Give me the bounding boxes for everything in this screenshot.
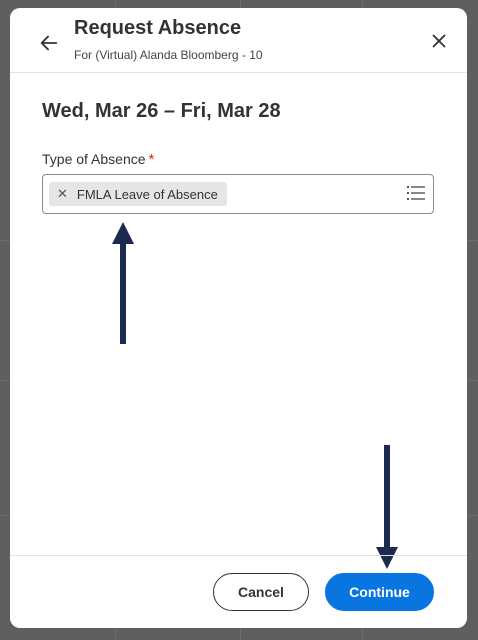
selected-absence-pill: ✕ FMLA Leave of Absence <box>49 182 227 206</box>
annotation-arrow-up <box>112 222 134 344</box>
date-range-heading: Wed, Mar 26 – Fri, Mar 28 <box>42 100 281 122</box>
selected-absence-label: FMLA Leave of Absence <box>76 186 218 202</box>
field-label-text: Type of Absence <box>42 151 146 167</box>
arrow-left-icon[interactable] <box>38 32 60 54</box>
continue-button[interactable]: Continue <box>325 573 434 611</box>
list-icon[interactable] <box>407 185 425 201</box>
cancel-button[interactable]: Cancel <box>213 573 309 611</box>
dialog-footer: Cancel Continue <box>10 555 467 628</box>
remove-x-icon[interactable]: ✕ <box>57 186 68 202</box>
dialog-title: Request Absence <box>74 17 242 39</box>
required-indicator: * <box>148 151 155 168</box>
close-icon[interactable] <box>428 30 450 52</box>
type-of-absence-label: Type of Absence * <box>42 151 154 168</box>
type-of-absence-selector[interactable]: ✕ FMLA Leave of Absence <box>42 174 434 214</box>
annotation-arrow-down <box>376 445 398 569</box>
dialog-header: Request Absence For (Virtual) Alanda Blo… <box>10 8 467 73</box>
dialog-subtitle: For (Virtual) Alanda Bloomberg - 10 <box>74 48 263 62</box>
request-absence-dialog: Request Absence For (Virtual) Alanda Blo… <box>10 8 467 628</box>
